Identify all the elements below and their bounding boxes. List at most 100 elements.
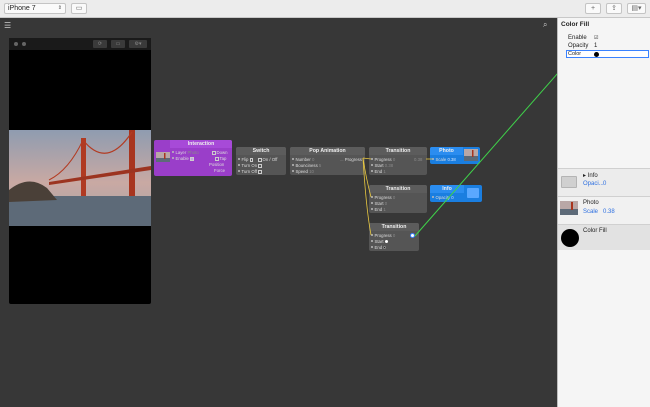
switch-node[interactable]: Switch Flip On / Off Turn On Turn Off xyxy=(236,147,286,175)
chevron-updown-icon: ⇕ xyxy=(57,5,62,11)
layer-info-prop: Opaci... xyxy=(583,181,604,187)
interaction-node-title: Interaction xyxy=(170,140,232,148)
flip-checkbox xyxy=(249,158,254,162)
pop-animation-node[interactable]: Pop Animation Number 0 Bounciness 5 Spee… xyxy=(290,147,365,175)
transition-node-3[interactable]: Transition Progress 0 Start End xyxy=(369,223,419,251)
pop-animation-title: Pop Animation xyxy=(290,147,365,155)
opacity-value: 0 xyxy=(451,195,454,200)
plus-icon: + xyxy=(590,5,596,12)
bridge-photo[interactable] xyxy=(9,130,151,226)
opacity-input[interactable]: Opacity xyxy=(436,195,451,200)
transition-node-1[interactable]: Transition Progress 0 Start 0.38 End 1 0… xyxy=(369,147,427,175)
layer-info-name: Info xyxy=(587,173,598,179)
record-icon[interactable]: ▭ xyxy=(111,40,125,48)
inspector-sidebar: ⌕ Color Fill Enable ☑ Opacity 1 Color ▸ … xyxy=(543,18,650,407)
minimize-dot-icon[interactable] xyxy=(22,42,26,46)
bounciness-value: 5 xyxy=(318,163,322,168)
turn-off-input[interactable]: Turn Off xyxy=(242,169,258,174)
view-menu-icon: ▤▾ xyxy=(631,5,642,12)
t2-start-input[interactable]: Start xyxy=(375,201,384,206)
color-field[interactable]: Color xyxy=(566,50,649,58)
rotate-icon[interactable]: ⟳ xyxy=(93,40,107,48)
photo-layer-node[interactable]: Photo Scale 0.38 xyxy=(430,147,480,164)
transition-3-title: Transition xyxy=(369,223,419,231)
layer-color-fill-name: Color Fill xyxy=(583,228,607,234)
settings-icon[interactable]: ⚙▾ xyxy=(129,40,147,48)
device-select-label: iPhone 7 xyxy=(8,5,36,12)
t3-progress-input[interactable]: Progress xyxy=(375,233,392,238)
layer-item-photo[interactable]: Photo Scale 0.38 xyxy=(558,196,650,224)
position-output[interactable]: Position xyxy=(209,162,224,167)
inspector-title: Color Fill xyxy=(561,21,590,28)
viewer-toolbar: ⟳ ▭ ⚙▾ xyxy=(9,38,151,50)
down-output[interactable]: Down xyxy=(217,150,228,155)
toolbar: iPhone 7 ⇕ ▭ + ⇪ ▤▾ xyxy=(0,0,650,18)
start-color-swatch[interactable] xyxy=(384,240,388,243)
color-label: Color xyxy=(568,51,582,57)
progress-output[interactable]: Progress xyxy=(345,157,362,162)
speed-input[interactable]: Speed xyxy=(296,169,308,174)
color-fill-swatch xyxy=(561,229,579,247)
t3-end-input[interactable]: End xyxy=(375,245,383,250)
enable-checkbox[interactable]: ☑ xyxy=(594,35,598,41)
hamburger-menu-icon[interactable]: ☰ xyxy=(4,21,11,30)
photo-node-thumbnail xyxy=(464,149,478,161)
number-input[interactable]: Number xyxy=(296,157,311,162)
opacity-label: Opacity xyxy=(568,43,589,49)
device-select[interactable]: iPhone 7 ⇕ xyxy=(4,3,66,14)
t1-end-input[interactable]: End xyxy=(375,169,383,174)
flip-input[interactable]: Flip xyxy=(242,157,249,162)
info-layer-node[interactable]: Info Opacity 0 xyxy=(430,185,482,202)
photo-thumbnail xyxy=(156,152,170,162)
on-off-output[interactable]: On / Off xyxy=(263,157,278,162)
turn-on-checkbox xyxy=(258,164,262,168)
turn-on-input[interactable]: Turn On xyxy=(242,163,258,168)
progress-output-arrow: — xyxy=(340,158,344,162)
down-checkbox xyxy=(212,151,216,155)
switch-node-title: Switch xyxy=(236,147,286,155)
t3-start-input[interactable]: Start xyxy=(375,239,384,244)
share-button[interactable]: ⇪ xyxy=(606,3,622,14)
tap-checkbox xyxy=(215,157,219,161)
opacity-field[interactable]: 1 xyxy=(594,43,597,49)
view-menu-button[interactable]: ▤▾ xyxy=(627,3,646,14)
split-view-button[interactable]: ▭ xyxy=(71,3,87,14)
prototype-viewer[interactable]: ⟳ ▭ ⚙▾ xyxy=(9,38,151,304)
tap-output[interactable]: Tap xyxy=(220,156,227,161)
transition-node-2[interactable]: Transition Progress 0 Start 0 End 1 xyxy=(369,185,427,213)
t1-progress-input[interactable]: Progress xyxy=(375,157,392,162)
t2-end-value: 1 xyxy=(383,207,386,212)
share-icon: ⇪ xyxy=(611,5,617,12)
layer-input[interactable]: Layer xyxy=(176,150,187,155)
disclosure-triangle-icon[interactable]: ▸ xyxy=(583,173,586,179)
enable-input[interactable]: Enable xyxy=(176,156,189,161)
force-output[interactable]: Force xyxy=(214,168,225,173)
layer-value: Photo xyxy=(187,150,199,155)
on-off-checkbox xyxy=(258,158,262,162)
color-output-port[interactable] xyxy=(410,233,415,238)
layer-item-color-fill[interactable]: Color Fill xyxy=(558,224,650,250)
speed-value: 10 xyxy=(309,169,314,174)
scale-input[interactable]: Scale xyxy=(436,157,447,162)
enable-checkbox[interactable] xyxy=(190,157,194,161)
enable-label: Enable xyxy=(568,35,587,41)
add-button[interactable]: + xyxy=(585,3,601,14)
layer-photo-prop: Scale xyxy=(583,209,599,215)
layer-item-info[interactable]: ▸ Info Opaci... 0 xyxy=(558,168,650,196)
turn-off-checkbox xyxy=(258,170,262,174)
t2-progress-input[interactable]: Progress xyxy=(375,195,392,200)
close-dot-icon[interactable] xyxy=(14,42,18,46)
patch-canvas[interactable]: ☰ ⟳ ▭ ⚙▾ Interaction Layer Photo Enable … xyxy=(0,18,557,407)
search-icon[interactable]: ⌕ xyxy=(543,20,547,30)
t1-start-input[interactable]: Start xyxy=(375,163,384,168)
t1-end-value: 1 xyxy=(383,169,386,174)
end-color-swatch[interactable] xyxy=(383,246,387,249)
layer-photo-value: 0.38 xyxy=(603,209,615,215)
color-swatch[interactable] xyxy=(594,52,599,57)
bounciness-input[interactable]: Bounciness xyxy=(296,163,318,168)
t3-progress-value: 0 xyxy=(392,233,396,238)
t1-progress-value: 0 xyxy=(392,157,396,162)
interaction-node[interactable]: Interaction Layer Photo Enable Down Tap … xyxy=(154,140,232,176)
split-view-icon: ▭ xyxy=(75,5,83,12)
t2-end-input[interactable]: End xyxy=(375,207,383,212)
